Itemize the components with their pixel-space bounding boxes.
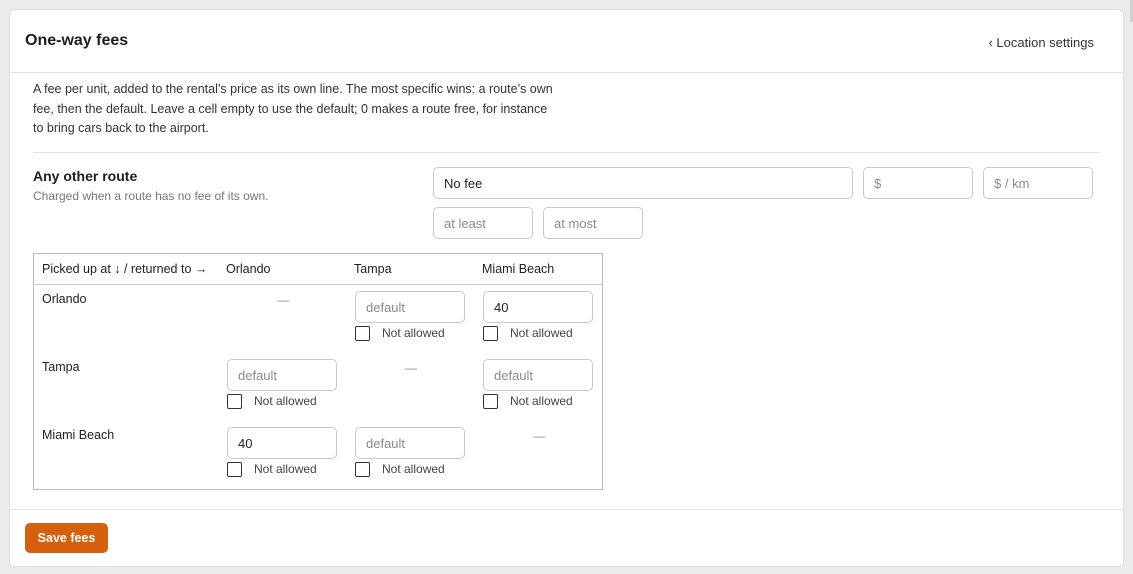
save-fees-button[interactable]: Save fees	[25, 523, 108, 553]
column-header-orlando: Orlando	[226, 262, 271, 276]
fee-input-orlando-miami-beach[interactable]	[483, 291, 593, 323]
page-title: One-way fees	[25, 32, 129, 49]
not-allowed-checkbox-orlando-tampa[interactable]	[355, 326, 370, 341]
card-footer: Save fees	[10, 509, 1123, 566]
not-allowed-checkbox-tampa-miami-beach[interactable]	[483, 394, 498, 409]
not-allowed-checkbox-miami-beach-tampa[interactable]	[355, 462, 370, 477]
one-way-fees-card: One-way fees ‹ Location settings A fee p…	[9, 9, 1124, 567]
not-allowed-label: Not allowed	[510, 326, 573, 340]
column-header-tampa: Tampa	[354, 262, 392, 276]
not-allowed-label: Not allowed	[254, 394, 317, 408]
route-fee-matrix: Picked up at ↓ / returned to → Orlando T…	[33, 253, 603, 490]
not-allowed-checkbox-miami-beach-orlando[interactable]	[227, 462, 242, 477]
default-route-subtitle: Charged when a route has no fee of its o…	[33, 189, 269, 203]
fee-input-miami-beach-tampa[interactable]	[355, 427, 465, 459]
same-location-dash: —	[533, 429, 545, 443]
flat-amount-input[interactable]	[863, 167, 973, 199]
row-label-orlando: Orlando	[42, 292, 87, 306]
fee-input-tampa-orlando[interactable]	[227, 359, 337, 391]
fee-type-input[interactable]	[433, 167, 853, 199]
fee-input-miami-beach-orlando[interactable]	[227, 427, 337, 459]
not-allowed-checkbox-tampa-orlando[interactable]	[227, 394, 242, 409]
maximum-fee-input[interactable]	[543, 207, 643, 239]
card-header: One-way fees ‹ Location settings	[10, 10, 1123, 73]
fee-description: A fee per unit, added to the rental’s pr…	[33, 82, 553, 135]
matrix-corner-header: Picked up at ↓ / returned to →	[42, 262, 208, 276]
section-divider	[33, 152, 1100, 153]
row-label-tampa: Tampa	[42, 360, 80, 374]
column-header-miami-beach: Miami Beach	[482, 262, 555, 276]
same-location-dash: —	[277, 293, 289, 307]
row-label-miami-beach: Miami Beach	[42, 428, 115, 442]
not-allowed-checkbox-orlando-miami-beach[interactable]	[483, 326, 498, 341]
not-allowed-label: Not allowed	[382, 326, 445, 340]
not-allowed-label: Not allowed	[254, 462, 317, 476]
not-allowed-label: Not allowed	[382, 462, 445, 476]
same-location-dash: —	[405, 361, 417, 375]
location-settings-link[interactable]: ‹ Location settings	[988, 35, 1094, 50]
minimum-fee-input[interactable]	[433, 207, 533, 239]
fee-input-orlando-tampa[interactable]	[355, 291, 465, 323]
fee-input-tampa-miami-beach[interactable]	[483, 359, 593, 391]
matrix-header-row: Picked up at ↓ / returned to → Orlando T…	[34, 254, 602, 285]
per-km-input[interactable]	[983, 167, 1093, 199]
default-route-title: Any other route	[33, 168, 138, 184]
not-allowed-label: Not allowed	[510, 394, 573, 408]
